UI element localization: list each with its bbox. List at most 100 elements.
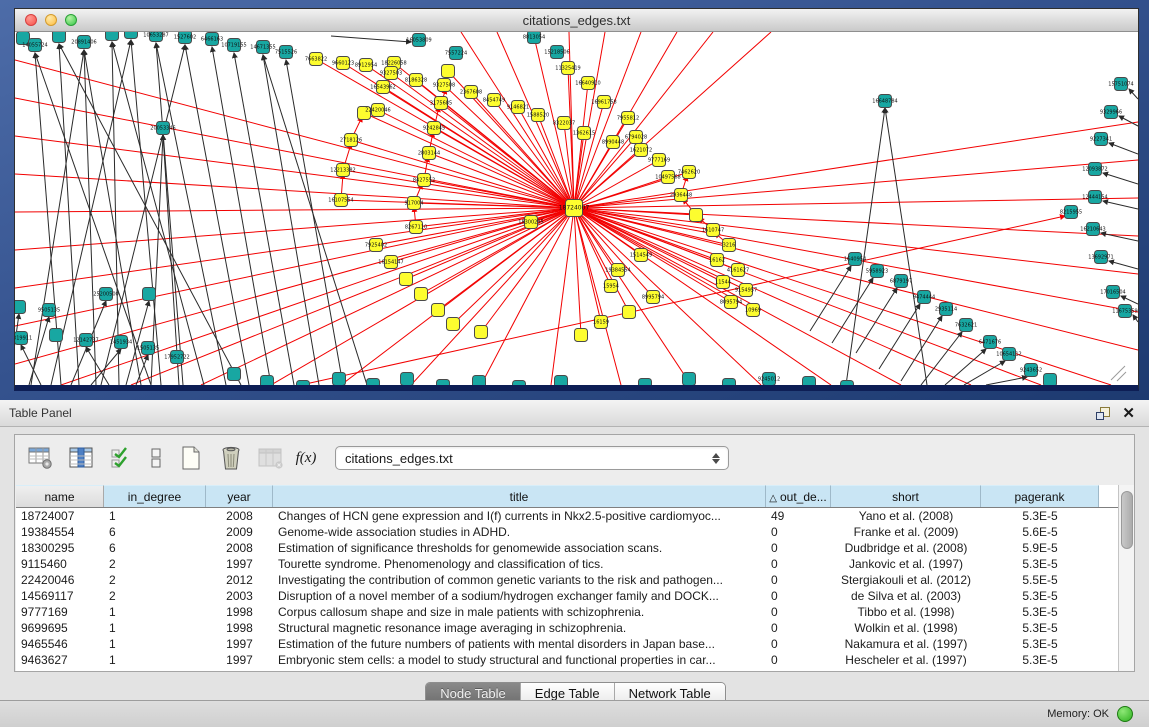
graph-node-yellow[interactable] bbox=[447, 318, 460, 331]
table-cell[interactable]: 5.3E-5 bbox=[981, 636, 1099, 652]
table-cell[interactable]: 5.5E-5 bbox=[981, 572, 1099, 588]
table-row[interactable]: 1872400712008Changes of HCN gene express… bbox=[16, 508, 1119, 524]
graph-node-teal[interactable] bbox=[437, 380, 450, 386]
table-cell[interactable]: 0 bbox=[766, 588, 831, 604]
table-cell[interactable]: 9465546 bbox=[16, 636, 104, 652]
table-cell[interactable]: 5.3E-5 bbox=[981, 620, 1099, 636]
table-cell[interactable]: 5.3E-5 bbox=[981, 604, 1099, 620]
table-cell[interactable]: 0 bbox=[766, 572, 831, 588]
graph-node-teal[interactable] bbox=[555, 376, 568, 386]
table-cell[interactable]: Wolkin et al. (1998) bbox=[831, 620, 981, 636]
table-row[interactable]: 1830029562008Estimation of significance … bbox=[16, 540, 1119, 556]
table-cell[interactable]: Hescheler et al. (1997) bbox=[831, 652, 981, 668]
table-cell[interactable]: 18300295 bbox=[16, 540, 104, 556]
table-cell[interactable]: 2012 bbox=[206, 572, 273, 588]
table-cell[interactable]: 5.6E-5 bbox=[981, 524, 1099, 540]
table-cell[interactable]: Dudbridge et al. (2008) bbox=[831, 540, 981, 556]
table-cell[interactable]: 0 bbox=[766, 620, 831, 636]
table-cell[interactable]: 0 bbox=[766, 604, 831, 620]
network-view-window[interactable]: citations_edges.txt 14055724208914061065… bbox=[14, 8, 1139, 391]
table-cell[interactable]: 49 bbox=[766, 508, 831, 524]
graph-node-teal[interactable] bbox=[513, 381, 526, 386]
table-row[interactable]: 1938455462009Genome-wide association stu… bbox=[16, 524, 1119, 540]
network-canvas[interactable]: 1405572420891406106532871527602646616310… bbox=[15, 32, 1138, 385]
table-cell[interactable]: 0 bbox=[766, 524, 831, 540]
graph-node-yellow[interactable] bbox=[415, 288, 428, 301]
table-cell[interactable]: 19384554 bbox=[16, 524, 104, 540]
column-header-pagerank[interactable]: pagerank bbox=[981, 485, 1099, 507]
memory-status-indicator[interactable] bbox=[1117, 706, 1133, 722]
float-panel-icon[interactable] bbox=[1096, 407, 1110, 420]
table-cell[interactable]: 2003 bbox=[206, 588, 273, 604]
graph-node-teal[interactable] bbox=[297, 381, 310, 386]
column-header-short[interactable]: short bbox=[831, 485, 981, 507]
table-cell[interactable]: 1997 bbox=[206, 636, 273, 652]
table-cell[interactable]: 6 bbox=[104, 524, 206, 540]
graph-node-teal[interactable] bbox=[261, 376, 274, 386]
table-cell[interactable]: 9777169 bbox=[16, 604, 104, 620]
column-header-title[interactable]: title bbox=[273, 485, 766, 507]
table-cell[interactable]: 0 bbox=[766, 636, 831, 652]
table-cell[interactable]: 22420046 bbox=[16, 572, 104, 588]
graph-node-teal[interactable] bbox=[15, 301, 26, 314]
table-cell[interactable]: Estimation of the future numbers of pati… bbox=[273, 636, 766, 652]
table-row[interactable]: 969969511998Structural magnetic resonanc… bbox=[16, 620, 1119, 636]
graph-node-teal[interactable] bbox=[106, 32, 119, 41]
table-cell[interactable]: 1998 bbox=[206, 604, 273, 620]
graph-node-teal[interactable] bbox=[125, 32, 138, 39]
table-cell[interactable]: Yano et al. (2008) bbox=[831, 508, 981, 524]
select-columns-icon[interactable] bbox=[107, 444, 135, 472]
table-cell[interactable]: Tourette syndrome. Phenomenology and cla… bbox=[273, 556, 766, 572]
table-cell[interactable]: 1 bbox=[104, 652, 206, 668]
graph-node-yellow[interactable] bbox=[623, 306, 636, 319]
table-cell[interactable]: Disruption of a novel member of a sodium… bbox=[273, 588, 766, 604]
table-cell[interactable]: 1 bbox=[104, 604, 206, 620]
table-cell[interactable]: Genome-wide association studies in ADHD. bbox=[273, 524, 766, 540]
graph-node-teal[interactable] bbox=[803, 377, 816, 386]
table-cell[interactable]: Tibbo et al. (1998) bbox=[831, 604, 981, 620]
table-cell[interactable]: 2009 bbox=[206, 524, 273, 540]
table-cell[interactable]: 1 bbox=[104, 620, 206, 636]
table-cell[interactable]: Stergiakouli et al. (2012) bbox=[831, 572, 981, 588]
table-selector-dropdown[interactable]: citations_edges.txt bbox=[335, 446, 729, 470]
graph-node-teal[interactable] bbox=[228, 368, 241, 381]
close-panel-icon[interactable]: ✕ bbox=[1122, 407, 1135, 420]
table-cell[interactable]: 5.9E-5 bbox=[981, 540, 1099, 556]
table-cell[interactable]: Franke et al. (2009) bbox=[831, 524, 981, 540]
graph-node-teal[interactable] bbox=[53, 32, 66, 43]
table-cell[interactable]: Investigating the contribution of common… bbox=[273, 572, 766, 588]
table-row[interactable]: 2242004622012Investigating the contribut… bbox=[16, 572, 1119, 588]
scrollbar-thumb[interactable] bbox=[1121, 491, 1133, 549]
row-pair-icon[interactable] bbox=[147, 444, 165, 472]
table-row[interactable]: 977716911998Corpus callosum shape and si… bbox=[16, 604, 1119, 620]
graph-node-yellow[interactable] bbox=[690, 209, 703, 222]
delete-icon[interactable] bbox=[217, 444, 245, 472]
table-cell[interactable]: 1998 bbox=[206, 620, 273, 636]
graph-node-teal[interactable] bbox=[723, 379, 736, 386]
table-cell[interactable]: 2 bbox=[104, 572, 206, 588]
table-row[interactable]: 1456911722003Disruption of a novel membe… bbox=[16, 588, 1119, 604]
table-scrollbar[interactable] bbox=[1118, 485, 1134, 671]
graph-node-yellow[interactable] bbox=[400, 273, 413, 286]
table-row[interactable]: 911546021997Tourette syndrome. Phenomeno… bbox=[16, 556, 1119, 572]
table-cell[interactable]: 9463627 bbox=[16, 652, 104, 668]
window-titlebar[interactable]: citations_edges.txt bbox=[15, 9, 1138, 32]
table-cell[interactable]: Changes of HCN gene expression and I(f) … bbox=[273, 508, 766, 524]
table-cell[interactable]: 5.3E-5 bbox=[981, 556, 1099, 572]
graph-node-yellow[interactable] bbox=[442, 65, 455, 78]
function-builder-icon[interactable]: f(x) bbox=[297, 444, 315, 472]
table-cell[interactable]: Jankovic et al. (1997) bbox=[831, 556, 981, 572]
table-cell[interactable]: 2 bbox=[104, 588, 206, 604]
table-cell[interactable]: Nakamura et al. (1997) bbox=[831, 636, 981, 652]
graph-node-teal[interactable] bbox=[473, 376, 486, 386]
show-column-icon[interactable] bbox=[67, 444, 95, 472]
table-cell[interactable]: de Silva et al. (2003) bbox=[831, 588, 981, 604]
table-row[interactable]: 946362711997Embryonic stem cells: a mode… bbox=[16, 652, 1119, 668]
table-cell[interactable]: 0 bbox=[766, 540, 831, 556]
graph-node-yellow[interactable] bbox=[575, 329, 588, 342]
graph-node-teal[interactable] bbox=[683, 373, 696, 386]
table-cell[interactable]: 18724007 bbox=[16, 508, 104, 524]
table-cell[interactable]: 2008 bbox=[206, 540, 273, 556]
table-cell[interactable]: 9115460 bbox=[16, 556, 104, 572]
graph-node-teal[interactable] bbox=[1044, 374, 1057, 386]
